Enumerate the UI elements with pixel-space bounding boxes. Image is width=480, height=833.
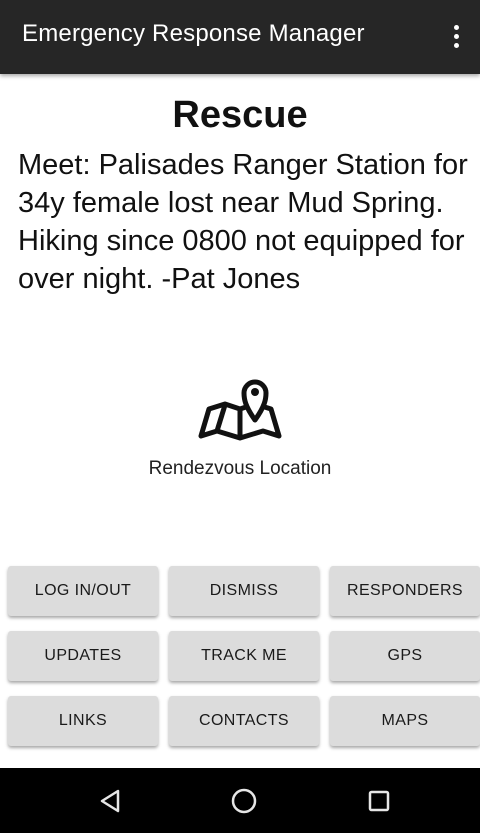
links-button[interactable]: LINKS: [8, 696, 158, 746]
rendezvous-location[interactable]: Rendezvous Location: [0, 372, 480, 487]
overflow-menu-icon[interactable]: [444, 18, 468, 54]
track-me-button[interactable]: TRACK ME: [169, 631, 319, 681]
action-buttons: LOG IN/OUT DISMISS RESPONDERS UPDATES TR…: [8, 566, 480, 746]
updates-button[interactable]: UPDATES: [8, 631, 158, 681]
dismiss-button[interactable]: DISMISS: [169, 566, 319, 616]
alert-message: Meet: Palisades Ranger Station for 34y f…: [18, 149, 468, 295]
system-nav-bar: [0, 768, 480, 833]
recents-square-icon[interactable]: [365, 787, 393, 815]
home-circle-icon[interactable]: [230, 787, 258, 815]
login-logout-button[interactable]: LOG IN/OUT: [8, 566, 158, 616]
maps-button[interactable]: MAPS: [330, 696, 480, 746]
map-pin-icon: [198, 379, 282, 441]
app-bar: Emergency Response Manager: [0, 0, 480, 74]
gps-button[interactable]: GPS: [330, 631, 480, 681]
rendezvous-label: Rendezvous Location: [148, 458, 332, 479]
responders-button[interactable]: RESPONDERS: [330, 566, 480, 616]
page-title: Rescue: [172, 94, 308, 136]
back-triangle-icon[interactable]: [96, 787, 124, 815]
app-title: Emergency Response Manager: [22, 20, 365, 47]
contacts-button[interactable]: CONTACTS: [169, 696, 319, 746]
